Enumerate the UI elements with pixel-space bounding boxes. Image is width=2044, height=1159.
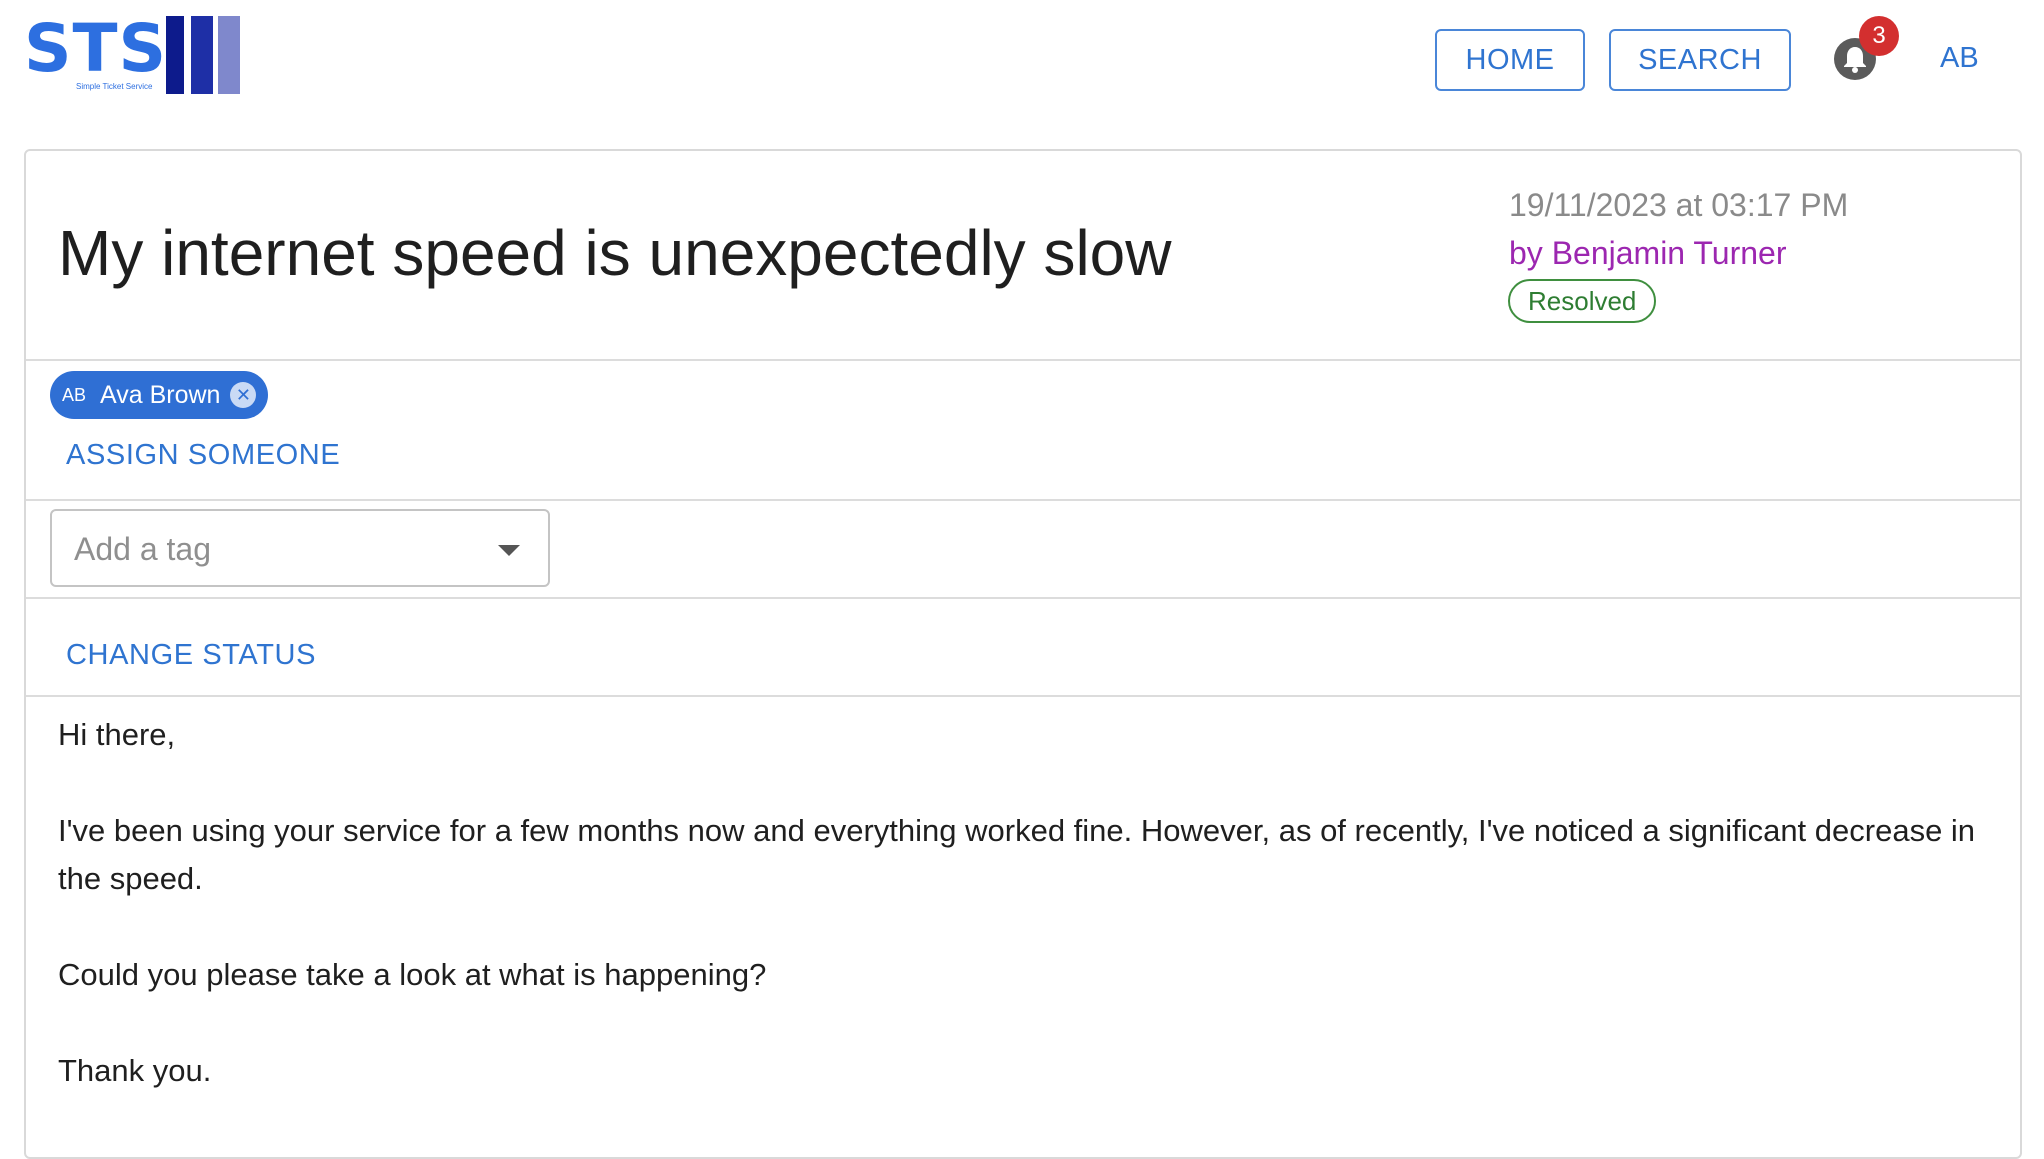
assignee-section: AB Ava Brown ✕ ASSIGN SOMEONE — [26, 361, 2020, 501]
status-section: CHANGE STATUS — [26, 599, 2020, 697]
logo-bar — [191, 16, 213, 94]
ticket-body: Hi there, I've been using your service f… — [58, 711, 1988, 1143]
ticket-header: My internet speed is unexpectedly slow 1… — [26, 151, 2020, 361]
tag-select[interactable]: Add a tag — [50, 509, 550, 587]
body-paragraph: Thank you. — [58, 1053, 212, 1088]
assignee-avatar: AB — [62, 384, 87, 405]
logo-bar — [166, 16, 184, 94]
ticket-card: My internet speed is unexpectedly slow 1… — [24, 149, 2022, 1159]
home-button[interactable]: HOME — [1435, 29, 1585, 91]
body-paragraph: Could you please take a look at what is … — [58, 957, 767, 992]
tag-placeholder: Add a tag — [74, 531, 211, 567]
status-badge: Resolved — [1508, 279, 1657, 323]
assignee-name: Ava Brown — [100, 380, 221, 409]
assign-someone-button[interactable]: ASSIGN SOMEONE — [66, 439, 340, 472]
logo-bar — [218, 16, 240, 94]
tag-section: Add a tag — [26, 501, 2020, 599]
change-status-button[interactable]: CHANGE STATUS — [66, 639, 316, 672]
search-button[interactable]: SEARCH — [1609, 29, 1791, 91]
user-menu[interactable]: AB — [1940, 42, 1979, 75]
ticket-title: My internet speed is unexpectedly slow — [58, 217, 1172, 289]
notification-badge: 3 — [1859, 16, 1899, 56]
logo-tagline: Simple Ticket Service — [76, 82, 153, 91]
ticket-author[interactable]: by Benjamin Turner — [1509, 235, 1786, 272]
logo-text: STS — [24, 10, 168, 87]
sts-logo[interactable]: STS Simple Ticket Service — [24, 14, 254, 98]
body-paragraph: I've been using your service for a few m… — [58, 813, 1976, 896]
body-paragraph: Hi there, — [58, 717, 176, 752]
assignee-chip[interactable]: AB Ava Brown ✕ — [50, 371, 269, 419]
chevron-down-icon[interactable] — [498, 545, 520, 556]
remove-assignee-icon[interactable]: ✕ — [230, 382, 257, 408]
ticket-date: 19/11/2023 at 03:17 PM — [1509, 187, 1849, 223]
